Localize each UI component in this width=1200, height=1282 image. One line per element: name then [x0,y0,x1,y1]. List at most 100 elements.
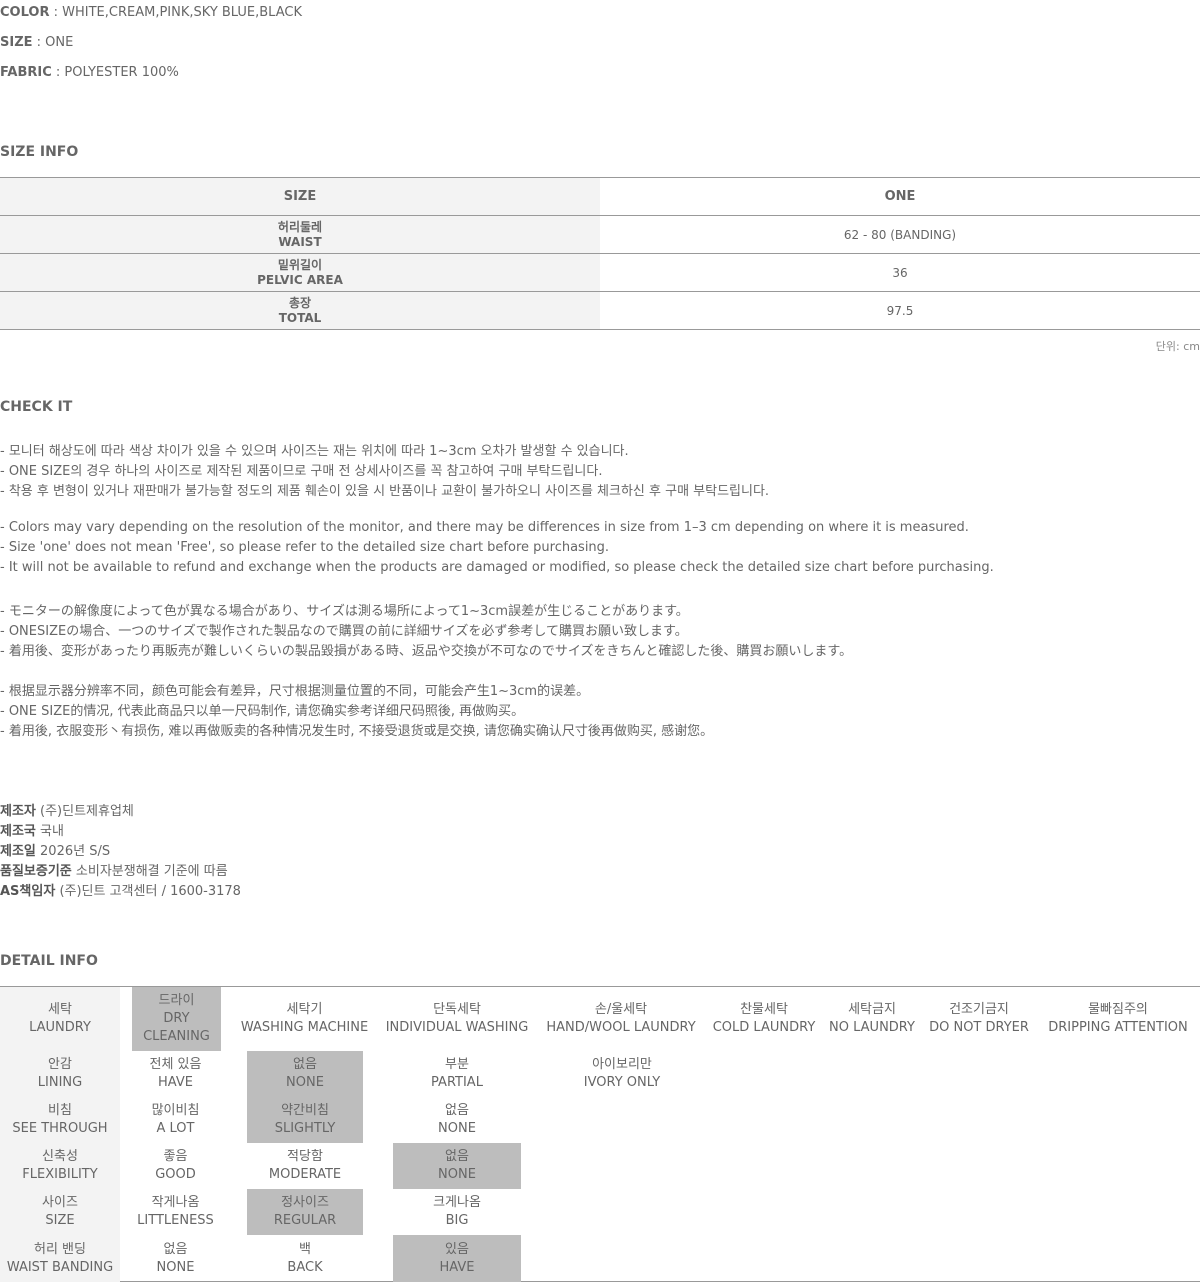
option-en: REGULAR [273,1213,337,1228]
maker-value: (주)딘트제휴업체 [35,804,134,819]
spec-label: SIZE [0,35,33,50]
label-ko: 비침 [48,1103,72,1118]
option-en: NONE [438,1167,476,1182]
check-line: - Colors may vary depending on the resol… [0,520,969,535]
maker-value: 2026년 S/S [35,844,111,859]
spec-size: SIZE : ONE [0,35,73,50]
label-en: WAIST BANDING [6,1259,114,1275]
maker-label: 제조자 [0,804,36,819]
check-line: - Size 'one' does not mean 'Free', so pl… [0,540,610,555]
size-row-pelvic: 밑위길이 PELVIC AREA 36 [0,254,1200,292]
label-ko: 밑위길이 [277,257,323,272]
option-ko: 있음 [445,1241,469,1257]
lining-option-have: 전체 있음 HAVE [120,1051,231,1097]
option-ko: 찬물세탁 [740,1002,788,1017]
option-en: HAVE [439,1259,475,1275]
size-row-label: 허리둘레 WAIST [0,216,600,253]
size-header-label: SIZE [0,178,600,215]
size-option-big: 크게나옴 BIG [393,1189,521,1235]
label-en: LINING [37,1075,83,1090]
maker-label: 제조국 [0,824,36,839]
option-ko: 전체 있음 [149,1057,202,1072]
label-ko: 허리둘레 [277,219,323,234]
size-row-total: 총장 TOTAL 97.5 [0,292,1200,330]
see-through-option-a-lot: 많이비침 A LOT [120,1097,231,1143]
detail-row-label-see-through: 비침 SEE THROUGH [0,1097,120,1143]
option-ko: 단독세탁 [433,1002,481,1017]
option-ko: 약간비침 [281,1103,329,1118]
check-line: - ONE SIZE的情况, 代表此商品只以单一尺码制作, 请您确实参考详细尺码… [0,704,525,719]
option-en: DO NOT DRYER [929,1020,1029,1035]
size-option-littleness: 작게나옴 LITTLENESS [120,1189,231,1235]
detail-row-label-waist-banding: 허리 밴딩 WAIST BANDING [0,1235,120,1282]
option-en: DRIPPING ATTENTION [1048,1020,1188,1035]
detail-row-label-lining: 안감 LINING [0,1051,120,1097]
option-ko: 적당함 [287,1149,323,1164]
maker-label: 품질보증기준 [0,864,72,879]
waist-banding-option-back: 백 BACK [247,1235,363,1282]
option-ko: 없음 [163,1241,188,1257]
option-ko: 아이보리만 [592,1057,652,1072]
label-ko: 사이즈 [42,1195,78,1210]
check-line: - モニターの解像度によって色が異なる場合があり、サイズは測る場所によって1~3… [0,604,689,619]
size-info-title: SIZE INFO [0,144,79,160]
option-ko: 없음 [445,1103,469,1118]
check-line: - 根据显示器分辨率不同，颜色可能会有差异，尺寸根据测量位置的不同，可能会产生1… [0,684,590,699]
laundry-option-washing-machine: 세탁기 WASHING MACHINE [235,987,374,1051]
size-row-value: 97.5 [886,303,914,318]
check-line: - 着用後、変形があったり再販売が難しいくらいの製品毀損がある時、返品や交換が不… [0,644,853,659]
maker-value: (주)딘트 고객센터 / 1600-3178 [55,884,241,899]
option-ko: 크게나옴 [433,1195,481,1210]
detail-table: 세탁 LAUNDRY 드라이 DRY CLEANING 세탁기 WASHING MACH… [0,986,1200,1282]
option-ko: 건조기금지 [949,1002,1009,1017]
laundry-option-no-laundry: 세탁금지 NO LAUNDRY [825,987,919,1051]
label-ko: 총장 [288,295,312,310]
label-ko: 허리 밴딩 [34,1241,86,1257]
option-ko: 많이비침 [151,1103,200,1118]
label-ko: 신축성 [42,1149,78,1164]
option-ko: 좋음 [163,1149,188,1164]
flexibility-option-none: 없음 NONE [393,1143,521,1189]
waist-banding-option-none: 없음 NONE [120,1235,231,1282]
option-ko: 세탁금지 [848,1002,896,1017]
lining-option-partial: 부분 PARTIAL [393,1051,521,1097]
option-ko: 손/울세탁 [594,1002,648,1017]
option-en: NONE [286,1075,324,1090]
option-en: SLIGHTLY [274,1121,336,1136]
maker-value: 소비자분쟁해결 기준에 따름 [71,864,228,879]
check-line: - 着用後, 衣服变形丶有损伤, 难以再做贩卖的各种情况发生时, 不接受退货或是… [0,724,714,739]
maker-as: AS책임자 (주)딘트 고객센터 / 1600-3178 [0,880,241,899]
size-row-label: 밑위길이 PELVIC AREA [0,254,600,291]
option-ko: 정사이즈 [281,1195,329,1210]
laundry-option-individual: 단독세탁 INDIVIDUAL WASHING [382,987,532,1051]
check-line: - 모니터 해상도에 따라 색상 차이가 있을 수 있으며 사이즈는 재는 위치… [0,444,629,459]
option-en: NONE [156,1259,195,1275]
laundry-option-no-dryer: 건조기금지 DO NOT DRYER [924,987,1034,1051]
check-it-title: CHECK IT [0,399,73,415]
check-line: - It will not be available to refund and… [0,560,994,575]
option-en: MODERATE [268,1167,342,1182]
size-header-value: ONE [884,189,916,204]
option-ko: 없음 [293,1057,317,1072]
check-line: - ONESIZEの場合、一つのサイズで製作された製品なので購買の前に詳細サイズ… [0,624,688,639]
size-table-header: SIZE ONE [0,178,1200,216]
laundry-option-dripping: 물빠짐주의 DRIPPING ATTENTION [1042,987,1194,1051]
see-through-option-slightly: 약간비침 SLIGHTLY [247,1097,363,1143]
check-line: - 착용 후 변형이 있거나 재판매가 불가능할 정도의 제품 훼손이 있을 시… [0,484,770,499]
option-en: WASHING MACHINE [240,1020,369,1035]
spec-value: : WHITE,CREAM,PINK,SKY BLUE,BLACK [49,5,302,20]
maker-date: 제조일 2026년 S/S [0,840,110,859]
spec-color: COLOR : WHITE,CREAM,PINK,SKY BLUE,BLACK [0,5,302,20]
waist-banding-option-have: 있음 HAVE [393,1235,521,1282]
maker-value: 국내 [35,824,64,839]
maker-quality: 품질보증기준 소비자분쟁해결 기준에 따름 [0,860,228,879]
option-en: HAVE [158,1075,193,1090]
flexibility-option-moderate: 적당함 MODERATE [247,1143,363,1189]
option-en: COLD LAUNDRY [712,1020,816,1035]
option-en: A LOT [156,1121,195,1136]
label-en: SEE THROUGH [12,1121,108,1136]
label-en: PELVIC AREA [257,272,343,287]
option-en: PARTIAL [431,1075,483,1090]
laundry-option-cold: 찬물세탁 COLD LAUNDRY [707,987,821,1051]
laundry-option-dry-cleaning: 드라이 DRY CLEANING [132,987,221,1051]
